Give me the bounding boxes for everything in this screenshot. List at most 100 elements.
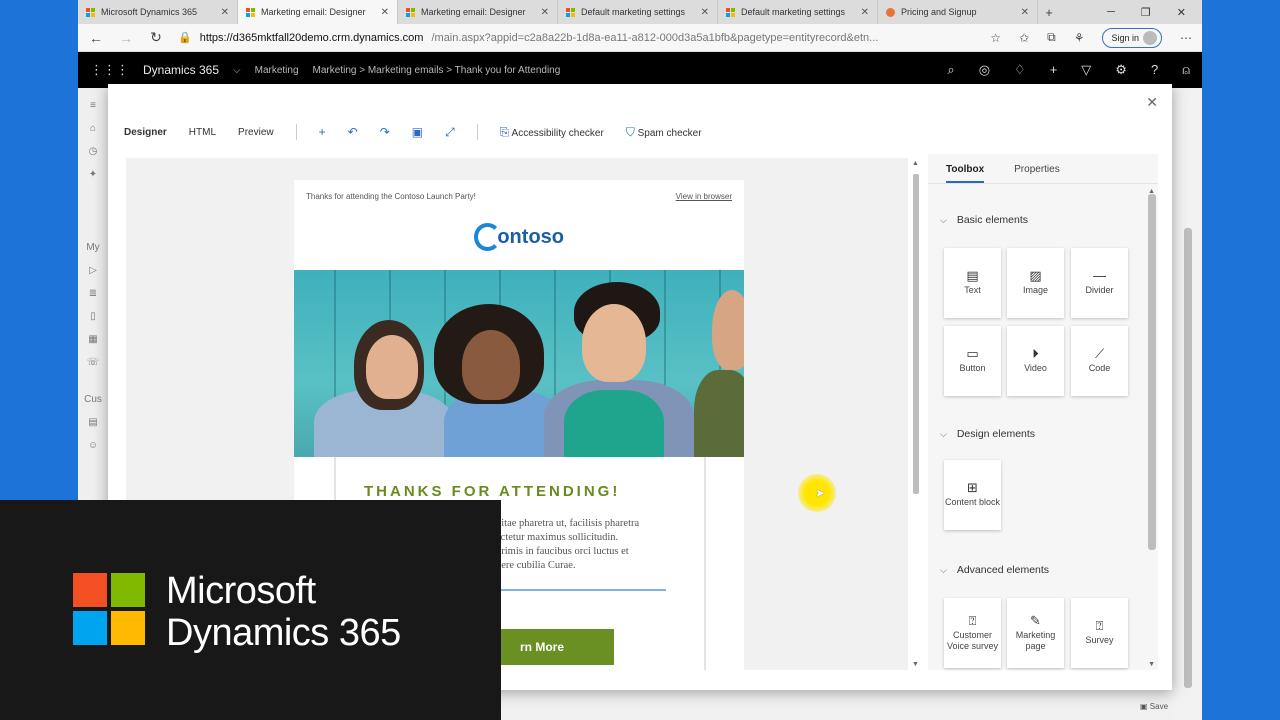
search-icon[interactable]: ⌕ bbox=[947, 62, 954, 78]
app-launcher-icon[interactable]: ⋮⋮⋮ bbox=[90, 62, 129, 78]
section-advanced-elements[interactable]: ⌵ Advanced elements bbox=[928, 564, 1049, 576]
scrollbar-thumb[interactable] bbox=[1184, 228, 1192, 688]
page-scrollbar[interactable] bbox=[1172, 88, 1202, 720]
back-icon[interactable]: ← bbox=[88, 30, 104, 46]
add-icon[interactable]: + bbox=[319, 125, 326, 139]
person-icon[interactable]: ☺ bbox=[88, 440, 98, 451]
breadcrumb-item[interactable]: Marketing emails bbox=[368, 65, 444, 76]
minimize-icon[interactable]: ─ bbox=[1107, 6, 1115, 18]
browser-tab[interactable]: Marketing email: Designer ✕ bbox=[238, 0, 398, 24]
scroll-down-icon[interactable]: ▼ bbox=[912, 661, 919, 668]
recent-icon[interactable]: ◷ bbox=[89, 146, 98, 157]
close-icon[interactable]: ✕ bbox=[861, 7, 869, 18]
close-icon[interactable]: ✕ bbox=[701, 7, 709, 18]
divider-line[interactable] bbox=[496, 589, 666, 591]
tile-code[interactable]: ⟋ Code bbox=[1071, 326, 1128, 396]
chevron-down-icon[interactable]: ⌵ bbox=[233, 65, 241, 76]
app-name[interactable]: Dynamics 365 bbox=[143, 63, 219, 77]
user-icon[interactable]: ⍝ bbox=[1182, 62, 1190, 78]
phone-icon[interactable]: ☏ bbox=[87, 357, 100, 368]
extensions-icon[interactable]: ⚘ bbox=[1074, 31, 1085, 45]
view-in-browser-link[interactable]: View in browser bbox=[676, 192, 732, 201]
close-icon[interactable]: ✕ bbox=[1146, 94, 1158, 111]
tab-preview[interactable]: Preview bbox=[238, 127, 274, 138]
section-basic-elements[interactable]: ⌵ Basic elements bbox=[928, 214, 1028, 226]
add-icon[interactable]: + bbox=[1050, 62, 1058, 78]
sign-in-button[interactable]: Sign in bbox=[1102, 27, 1162, 48]
tab-properties[interactable]: Properties bbox=[1014, 164, 1060, 183]
help-icon[interactable]: ? bbox=[1151, 62, 1158, 78]
more-icon[interactable]: ⋯ bbox=[1180, 31, 1192, 45]
tab-toolbox[interactable]: Toolbox bbox=[946, 164, 985, 183]
favorite-star-icon[interactable]: ☆ bbox=[990, 31, 1001, 45]
browser-tab[interactable]: Default marketing settings ✕ bbox=[558, 0, 718, 24]
email-body-text[interactable]: vitae pharetra ut, facilisis pharetra ec… bbox=[496, 517, 696, 573]
play-icon[interactable]: ▷ bbox=[89, 265, 97, 276]
new-tab-icon[interactable]: + bbox=[1038, 0, 1060, 24]
breadcrumb-item[interactable]: Thank you for Attending bbox=[455, 65, 561, 76]
browser-tab[interactable]: Pricing and Signup ✕ bbox=[878, 0, 1038, 24]
scroll-up-icon[interactable]: ▲ bbox=[912, 160, 919, 167]
scrollbar-thumb[interactable] bbox=[913, 174, 919, 494]
tile-label: Survey bbox=[1085, 635, 1114, 645]
save-status[interactable]: ▣ Save bbox=[1140, 702, 1168, 711]
tile-survey[interactable]: ⍰ Survey bbox=[1071, 598, 1128, 668]
refresh-icon[interactable]: ↻ bbox=[148, 29, 164, 46]
tab-html[interactable]: HTML bbox=[189, 127, 216, 138]
tile-video[interactable]: ⏵ Video bbox=[1007, 326, 1064, 396]
url-field[interactable]: 🔒 https://d365mktfall20demo.crm.dynamics… bbox=[178, 31, 976, 45]
document-icon[interactable]: ▯ bbox=[90, 311, 96, 322]
close-icon[interactable]: ✕ bbox=[381, 7, 389, 18]
browser-tab[interactable]: Microsoft Dynamics 365 ✕ bbox=[78, 0, 238, 24]
tile-image[interactable]: ▨ Image bbox=[1007, 248, 1064, 318]
collections-icon[interactable]: ⧉ bbox=[1047, 30, 1056, 45]
calendar-icon[interactable]: ▦ bbox=[88, 334, 97, 345]
accessibility-checker-button[interactable]: ⎘ Accessibility checker bbox=[500, 125, 604, 140]
list-icon[interactable]: ≣ bbox=[89, 288, 97, 299]
spam-checker-button[interactable]: ⛉ Spam checker bbox=[626, 125, 702, 140]
close-window-icon[interactable]: ✕ bbox=[1177, 6, 1186, 19]
scroll-down-icon[interactable]: ▼ bbox=[1148, 661, 1155, 668]
email-preheader-row: Thanks for attending the Contoso Launch … bbox=[294, 180, 744, 201]
close-icon[interactable]: ✕ bbox=[221, 7, 229, 18]
close-icon[interactable]: ✕ bbox=[1021, 7, 1029, 18]
gear-icon[interactable]: ⚙ bbox=[1115, 62, 1127, 78]
undo-icon[interactable]: ↶ bbox=[348, 125, 358, 139]
tile-customer-voice-survey[interactable]: ⍰ Customer Voice survey bbox=[944, 598, 1001, 668]
tile-label: Code bbox=[1088, 363, 1111, 373]
contoso-logo[interactable]: ontoso bbox=[474, 223, 564, 251]
task-flow-icon[interactable]: ◎ bbox=[979, 62, 990, 78]
canvas-scrollbar[interactable]: ▲ ▼ bbox=[912, 160, 922, 668]
expand-icon[interactable]: ⤢ bbox=[445, 125, 455, 140]
lightbulb-icon[interactable]: ♢ bbox=[1014, 62, 1026, 78]
menu-icon[interactable]: ≡ bbox=[90, 100, 96, 111]
section-design-elements[interactable]: ⌵ Design elements bbox=[928, 428, 1035, 440]
tile-marketing-page[interactable]: ✎ Marketing page bbox=[1007, 598, 1064, 668]
redo-icon[interactable]: ↷ bbox=[380, 125, 390, 139]
learn-more-button[interactable]: rn More bbox=[496, 629, 614, 665]
window-controls: ─ ❐ ✕ bbox=[1107, 0, 1202, 24]
tile-button[interactable]: ▭ Button bbox=[944, 326, 1001, 396]
area-name[interactable]: Marketing bbox=[255, 65, 299, 76]
close-icon[interactable]: ✕ bbox=[541, 7, 549, 18]
section-title: Advanced elements bbox=[956, 564, 1050, 576]
breadcrumb-item[interactable]: Marketing bbox=[313, 65, 357, 76]
tile-divider[interactable]: — Divider bbox=[1071, 248, 1128, 318]
forward-icon[interactable]: → bbox=[118, 30, 134, 46]
browser-tab[interactable]: Default marketing settings ✕ bbox=[718, 0, 878, 24]
browser-tab[interactable]: Marketing email: Designer ✕ bbox=[398, 0, 558, 24]
favorites-icon[interactable]: ✩ bbox=[1019, 31, 1029, 45]
restore-icon[interactable]: ❐ bbox=[1141, 6, 1151, 19]
contacts-icon[interactable]: ▤ bbox=[88, 417, 97, 428]
tile-content-block[interactable]: ⊞ Content block bbox=[944, 460, 1001, 530]
tile-text[interactable]: ▤ Text bbox=[944, 248, 1001, 318]
panel-scrollbar[interactable] bbox=[1148, 194, 1156, 550]
hero-image[interactable] bbox=[294, 270, 744, 457]
pin-icon[interactable]: ✦ bbox=[89, 169, 97, 180]
filter-icon[interactable]: ▽ bbox=[1081, 62, 1091, 78]
tab-designer[interactable]: Designer bbox=[124, 127, 167, 138]
preheader-text[interactable]: Thanks for attending the Contoso Launch … bbox=[306, 192, 476, 201]
save-icon[interactable]: ▣ bbox=[412, 125, 423, 139]
email-heading[interactable]: THANKS FOR ATTENDING! bbox=[364, 483, 620, 500]
home-icon[interactable]: ⌂ bbox=[90, 123, 96, 134]
